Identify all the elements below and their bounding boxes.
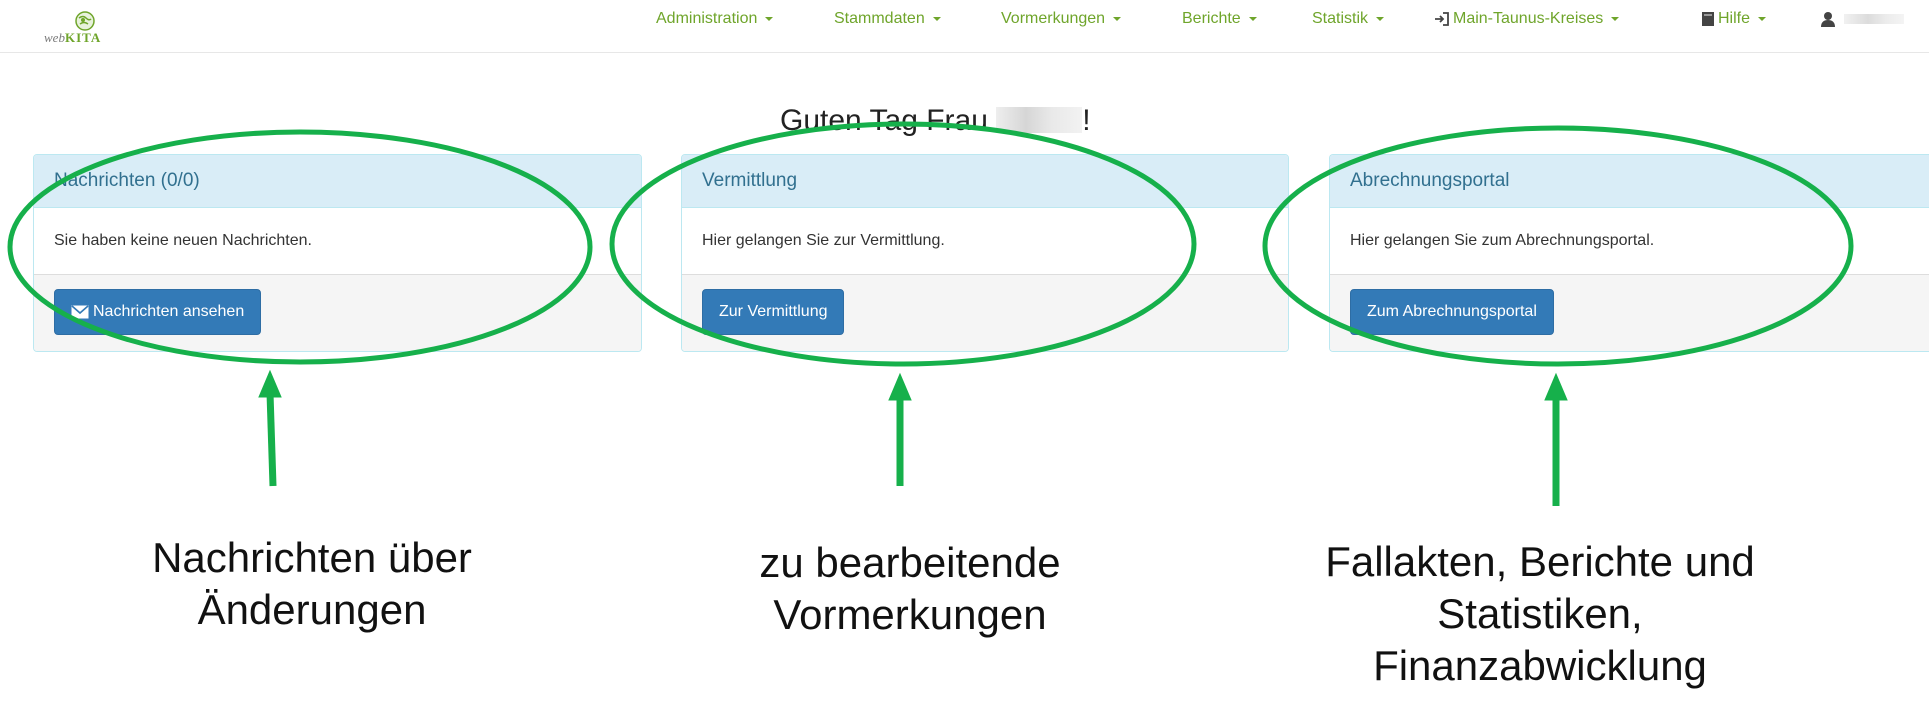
arrow-head-nachrichten [258, 369, 282, 398]
arrow-head-abrechnungsportal [1544, 372, 1568, 401]
highlight-ellipse-abrechnungsportal [1262, 125, 1854, 367]
arrow-head-vermittlung [888, 372, 912, 401]
annotation-nachrichten: Nachrichten über Änderungen [72, 532, 552, 636]
arrow-shaft-nachrichten [266, 392, 277, 487]
highlight-ellipse-nachrichten [7, 129, 593, 365]
annotation-abrechnungsportal: Fallakten, Berichte und Statistiken, Fin… [1240, 536, 1840, 692]
annotation-vermittlung-line1: zu bearbeitende [759, 539, 1061, 586]
annotation-abrechnungsportal-line3: Finanzabwicklung [1373, 642, 1707, 689]
annotation-nachrichten-line1: Nachrichten über [152, 534, 472, 581]
annotation-vermittlung: zu bearbeitende Vormerkungen [650, 537, 1170, 641]
highlight-ellipse-vermittlung [609, 121, 1197, 367]
annotation-vermittlung-line2: Vormerkungen [773, 591, 1047, 638]
annotation-abrechnungsportal-line2: Statistiken, [1437, 590, 1643, 637]
annotation-abrechnungsportal-line1: Fallakten, Berichte und [1325, 538, 1755, 585]
annotation-nachrichten-line2: Änderungen [197, 586, 427, 633]
